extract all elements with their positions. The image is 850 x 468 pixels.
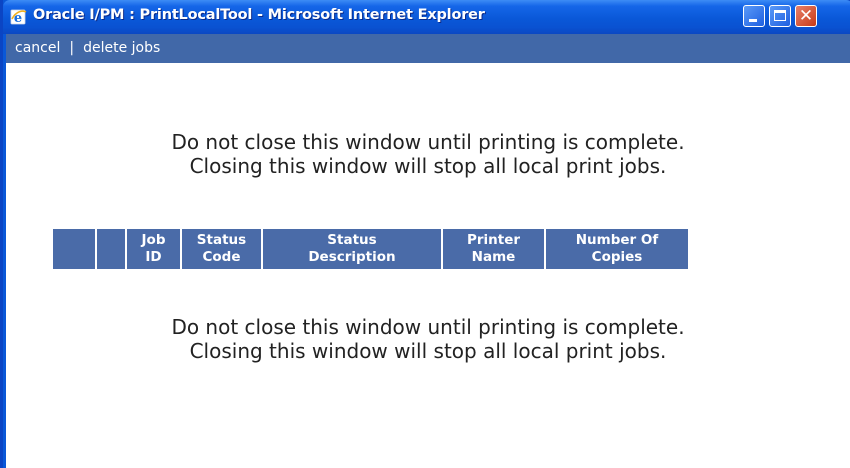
close-button[interactable]: ✕ — [795, 5, 817, 27]
close-icon: ✕ — [798, 6, 814, 26]
column-header-number-of-copies: Number Of Copies — [546, 229, 688, 269]
maximize-icon — [774, 10, 786, 21]
maximize-button[interactable] — [769, 5, 791, 27]
column-header-printer-name: Printer Name — [443, 229, 544, 269]
action-links: cancel | delete jobs — [15, 40, 160, 56]
warning-line-1: Do not close this window until printing … — [171, 130, 685, 154]
warning-line-2: Closing this window will stop all local … — [189, 339, 667, 363]
title-bar[interactable]: e Oracle I/PM : PrintLocalTool - Microso… — [3, 0, 850, 34]
cancel-link[interactable]: cancel — [15, 40, 60, 56]
warning-line-1: Do not close this window until printing … — [171, 315, 685, 339]
column-header-status-code: Status Code — [182, 229, 261, 269]
warning-message-top: Do not close this window until printing … — [6, 130, 850, 178]
window-title: Oracle I/PM : PrintLocalTool - Microsoft… — [33, 7, 485, 23]
minimize-icon — [749, 19, 757, 22]
nav-separator: | — [69, 40, 75, 56]
warning-line-2: Closing this window will stop all local … — [189, 154, 667, 178]
column-header-select — [53, 229, 95, 269]
column-header-status-icon — [97, 229, 125, 269]
internet-explorer-icon: e — [10, 9, 27, 26]
minimize-button[interactable] — [743, 5, 765, 27]
column-header-job-id: Job ID — [127, 229, 180, 269]
table-header-row: Job ID Status Code Status Description Pr… — [53, 229, 688, 269]
page-content: cancel | delete jobs Do not close this win… — [6, 34, 850, 468]
action-bar: cancel | delete jobs — [6, 34, 850, 63]
browser-window: e Oracle I/PM : PrintLocalTool - Microso… — [0, 0, 850, 468]
column-header-status-description: Status Description — [263, 229, 441, 269]
warning-message-bottom: Do not close this window until printing … — [6, 315, 850, 363]
delete-jobs-link[interactable]: delete jobs — [83, 40, 160, 56]
print-jobs-table: Job ID Status Code Status Description Pr… — [51, 227, 690, 271]
